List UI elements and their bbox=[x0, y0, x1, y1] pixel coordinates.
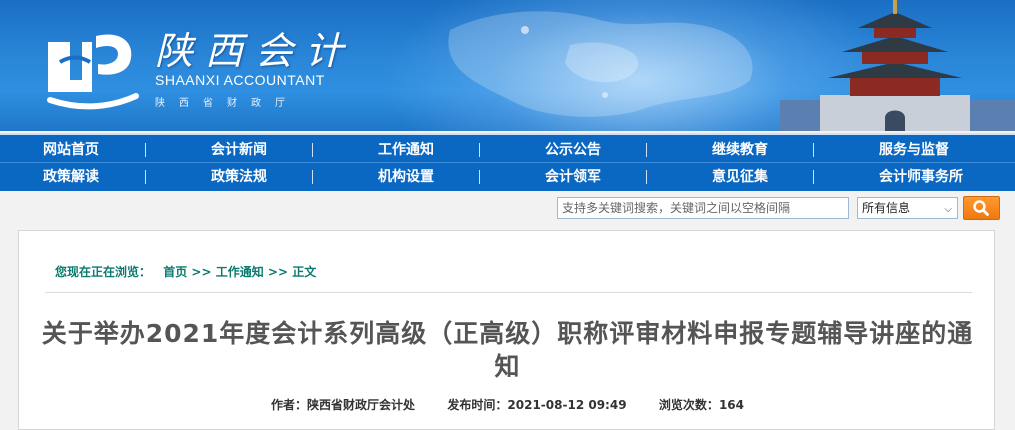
nav-organization[interactable]: 机构设置 bbox=[378, 165, 434, 189]
publish-time-label: 发布时间： bbox=[447, 398, 508, 412]
nav-policies-regulations[interactable]: 政策法规 bbox=[211, 165, 267, 189]
nav-work-notices[interactable]: 工作通知 bbox=[378, 138, 434, 162]
logo-icon bbox=[47, 34, 139, 110]
breadcrumb-prefix: 您现在正在浏览： bbox=[55, 265, 152, 279]
breadcrumb: 您现在正在浏览： 首页 >> 工作通知 >> 正文 bbox=[55, 263, 316, 280]
nav-opinion-collection[interactable]: 意见征集 bbox=[712, 165, 768, 189]
nav-row-2: 政策解读 政策法规 机构设置 会计领军 意见征集 会计师事务所 bbox=[0, 162, 1015, 189]
search-input[interactable] bbox=[557, 197, 849, 219]
nav-accounting-firms[interactable]: 会计师事务所 bbox=[879, 165, 963, 189]
map-decoration bbox=[448, 11, 753, 117]
logo-subtitle: 陕西省财政厅 bbox=[155, 98, 299, 109]
author-value: 陕西省财政厅会计处 bbox=[307, 398, 416, 412]
nav-policy-interpretation[interactable]: 政策解读 bbox=[43, 165, 99, 189]
search-icon bbox=[973, 200, 989, 216]
nav-continuing-education[interactable]: 继续教育 bbox=[712, 138, 768, 162]
article-title: 关于举办2021年度会计系列高级（正高级）职称评审材料申报专题辅导讲座的通知 bbox=[41, 319, 974, 381]
nav-separator bbox=[312, 143, 313, 157]
nav-separator bbox=[312, 170, 313, 184]
nav-separator bbox=[813, 170, 814, 184]
nav-separator bbox=[646, 170, 647, 184]
search-scope-select[interactable]: 所有信息 ⌵ bbox=[857, 197, 958, 219]
chevron-down-icon: ⌵ bbox=[944, 204, 952, 215]
nav-separator bbox=[479, 170, 480, 184]
search-scope-value: 所有信息 bbox=[862, 201, 911, 215]
nav-separator bbox=[145, 143, 146, 157]
nav-accounting-news[interactable]: 会计新闻 bbox=[211, 138, 267, 162]
nav-public-notices[interactable]: 公示公告 bbox=[545, 138, 601, 162]
nav-home[interactable]: 网站首页 bbox=[43, 138, 99, 162]
search-button[interactable] bbox=[963, 196, 1000, 220]
breadcrumb-work-notices[interactable]: 工作通知 bbox=[216, 265, 264, 279]
author-label: 作者： bbox=[270, 398, 307, 412]
logo-english-title: SHAANXI ACCOUNTANT bbox=[155, 72, 325, 88]
article-panel: 您现在正在浏览： 首页 >> 工作通知 >> 正文 关于举办2021年度会计系列… bbox=[18, 230, 995, 430]
breadcrumb-home[interactable]: 首页 bbox=[163, 265, 187, 279]
view-count-label: 浏览次数： bbox=[658, 398, 719, 412]
bell-tower-image bbox=[780, 0, 1015, 131]
nav-separator bbox=[479, 143, 480, 157]
article-meta: 作者：陕西省财政厅会计处 发布时间：2021-08-12 09:49 浏览次数：… bbox=[19, 396, 996, 413]
main-navigation: 网站首页 会计新闻 工作通知 公示公告 继续教育 服务与监督 政策解读 政策法规… bbox=[0, 133, 1015, 191]
breadcrumb-separator: >> bbox=[267, 265, 289, 279]
breadcrumb-separator: >> bbox=[191, 265, 212, 279]
nav-separator bbox=[145, 170, 146, 184]
logo-chinese-title: 陕西会计 bbox=[155, 29, 356, 73]
nav-separator bbox=[646, 143, 647, 157]
nav-service-supervision[interactable]: 服务与监督 bbox=[879, 138, 949, 162]
publish-time-value: 2021-08-12 09:49 bbox=[507, 398, 627, 412]
breadcrumb-current: 正文 bbox=[292, 265, 317, 279]
divider bbox=[45, 292, 972, 293]
site-banner: 陕西会计 SHAANXI ACCOUNTANT 陕西省财政厅 bbox=[0, 0, 1015, 131]
nav-accounting-leaders[interactable]: 会计领军 bbox=[545, 165, 601, 189]
nav-row-1: 网站首页 会计新闻 工作通知 公示公告 继续教育 服务与监督 bbox=[0, 138, 1015, 162]
view-count-value: 164 bbox=[718, 398, 744, 412]
nav-separator bbox=[813, 143, 814, 157]
